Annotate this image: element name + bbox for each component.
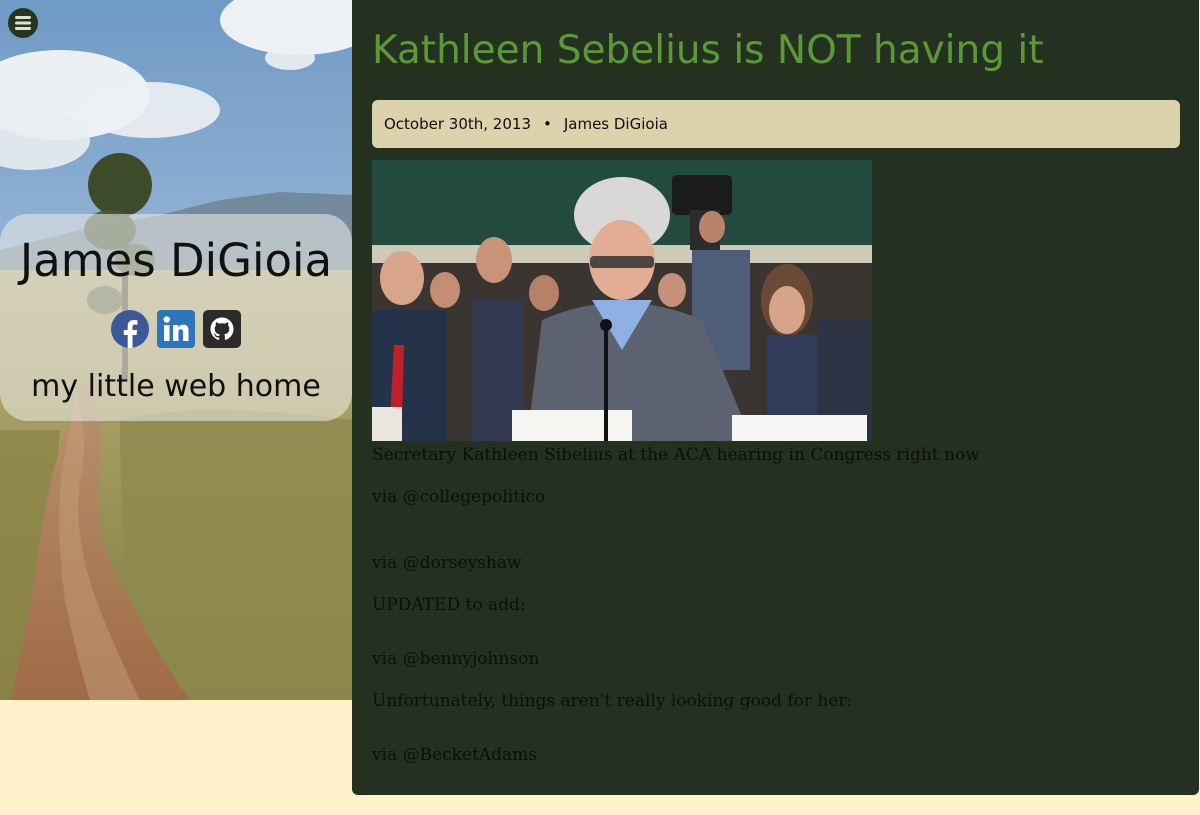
github-link[interactable] [203, 310, 241, 348]
meta-separator: • [542, 115, 552, 133]
linkedin-link[interactable] [157, 310, 195, 348]
social-links [0, 310, 352, 348]
via-collegepolitico: via @collegepolitico [372, 487, 546, 507]
image-caption: Secretary Kathleen Sibelius at the ACA h… [372, 445, 980, 465]
unfortunately-paragraph: Unfortunately, things aren't really look… [372, 691, 853, 711]
via-becketadams: via @BecketAdams [372, 745, 537, 765]
github-icon [203, 310, 241, 348]
post-title[interactable]: Kathleen Sebelius is NOT having it [372, 28, 1044, 73]
site-tagline: my little web home [31, 369, 321, 404]
post-image-hearing [372, 160, 872, 441]
post-author[interactable]: James DiGioia [564, 115, 668, 133]
via-dorseyshaw: via @dorseyshaw [372, 553, 522, 573]
site-identity-card: James DiGioia my little web home [0, 214, 352, 421]
site-name[interactable]: James DiGioia [0, 234, 352, 287]
facebook-icon [111, 310, 149, 348]
updated-note: UPDATED to add: [372, 595, 526, 615]
post-date[interactable]: October 30th, 2013 [384, 115, 531, 133]
article-panel: Kathleen Sebelius is NOT having it Octob… [352, 0, 1199, 795]
facebook-link[interactable] [111, 310, 149, 348]
linkedin-icon [157, 310, 195, 348]
via-bennyjohnson: via @bennyjohnson [372, 649, 540, 669]
hamburger-menu-button[interactable] [8, 8, 38, 38]
post-meta-bar: October 30th, 2013 • James DiGioia [372, 100, 1180, 148]
page: James DiGioia my little web home Kathlee… [0, 0, 1200, 815]
hamburger-menu-icon [15, 16, 31, 30]
